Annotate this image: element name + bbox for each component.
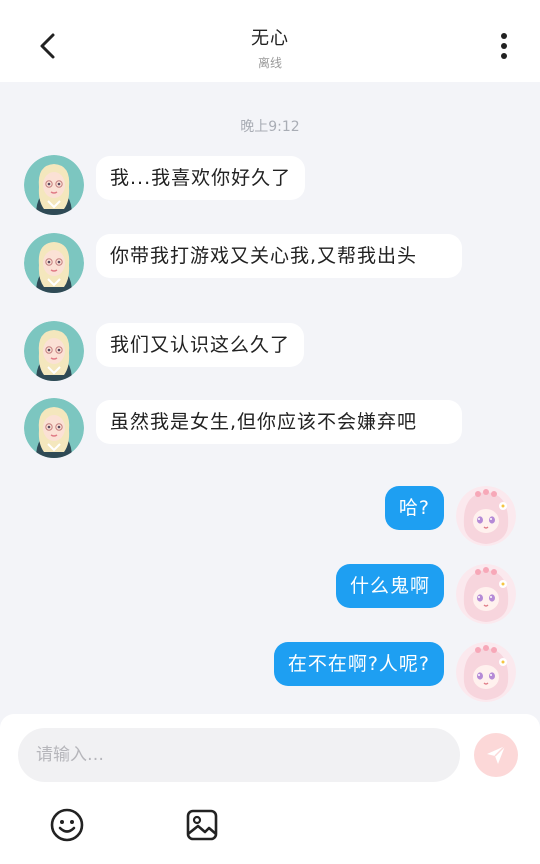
outgoing-message[interactable]: 哈? [384,486,444,530]
emoji-icon [50,808,84,842]
contact-avatar[interactable] [24,155,84,215]
contact-status: 离线 [257,56,282,70]
avatar-girl-image [24,233,84,293]
contact-name: 无心 [251,28,289,49]
contact-avatar[interactable] [24,398,84,458]
emoji-button[interactable] [48,806,86,844]
image-button[interactable] [183,806,221,844]
send-icon [487,745,506,764]
incoming-message[interactable]: 我们又认识这么久了 [96,323,305,367]
composer-panel [0,714,540,864]
outgoing-message[interactable]: 在不在啊?人呢? [273,642,444,686]
avatar-girl-image [24,321,84,381]
incoming-message[interactable]: 我...我喜欢你好久了 [96,156,306,200]
message-input[interactable] [18,728,460,782]
chat-screen: 无心 离线 晚上9:12 我...我喜欢你好久了 你带我打游戏又关心我,又帮我出… [0,0,540,864]
contact-avatar[interactable] [24,321,84,381]
avatar-anime-girl-image [456,564,516,624]
avatar-anime-girl-image [456,486,516,546]
my-avatar[interactable] [456,564,516,624]
chat-header: 无心 离线 [0,0,540,82]
header-title-group: 无心 离线 [170,24,370,71]
my-avatar[interactable] [456,486,516,546]
my-avatar[interactable] [456,642,516,702]
message-list[interactable]: 晚上9:12 我...我喜欢你好久了 你带我打游戏又关心我,又帮我出头 我们又认… [0,82,540,714]
avatar-girl-image [24,398,84,458]
incoming-message[interactable]: 虽然我是女生,但你应该不会嫌弃吧 [96,400,462,444]
image-icon [186,809,218,841]
message-timestamp: 晚上9:12 [240,119,300,135]
incoming-message[interactable]: 你带我打游戏又关心我,又帮我出头 [96,234,462,278]
chevron-left-icon [40,33,55,59]
back-button[interactable] [28,26,68,66]
avatar-anime-girl-image [456,642,516,702]
outgoing-message[interactable]: 什么鬼啊 [335,564,444,608]
avatar-girl-image [24,155,84,215]
more-vertical-icon [501,33,507,59]
more-options-button[interactable] [486,26,522,66]
send-button[interactable] [474,733,518,777]
contact-avatar[interactable] [24,233,84,293]
status-bar [0,0,540,6]
